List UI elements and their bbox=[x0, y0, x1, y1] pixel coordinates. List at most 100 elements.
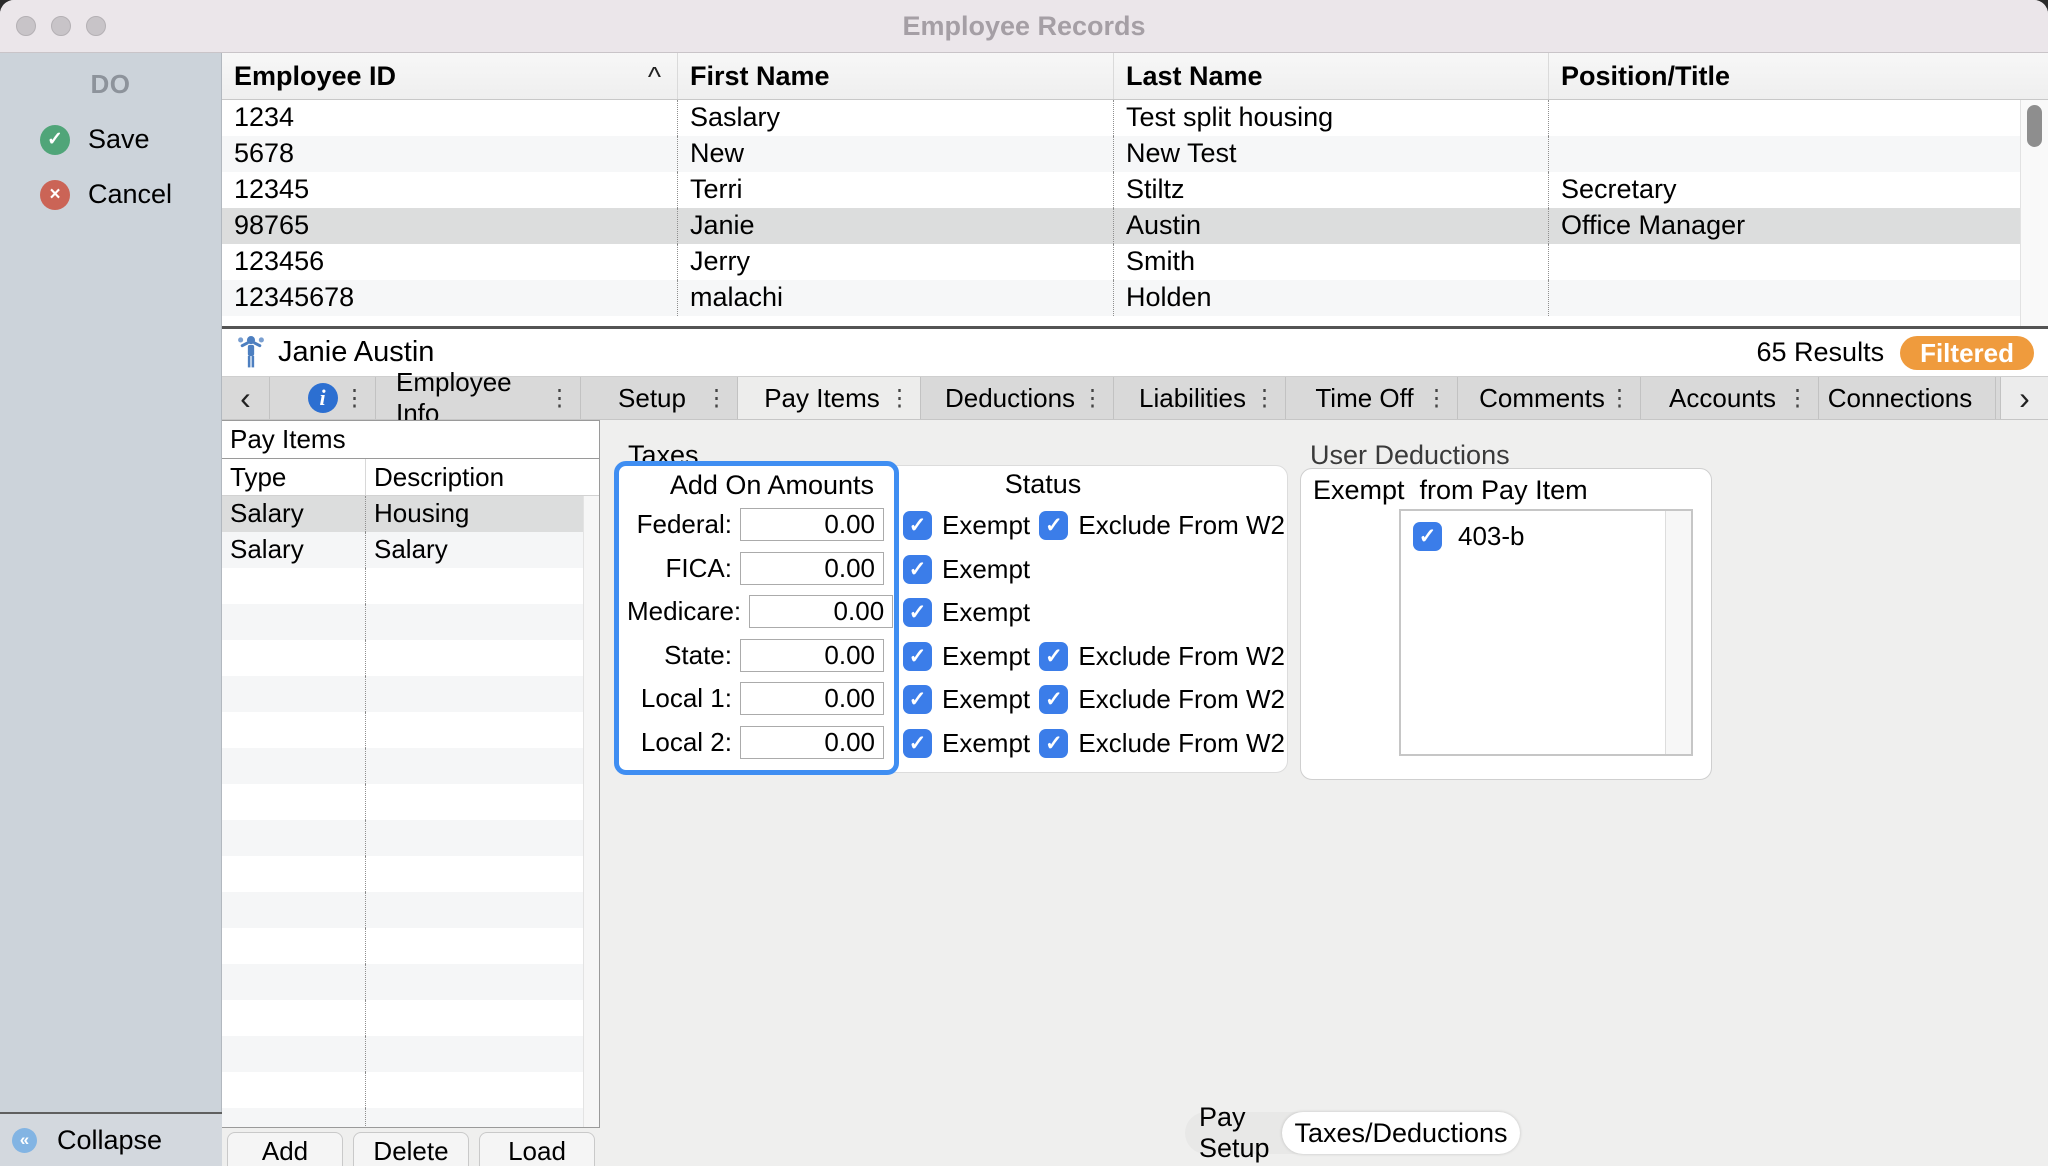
state-amount-input[interactable] bbox=[740, 639, 884, 672]
table-row-selected[interactable]: 98765 Janie Austin Office Manager bbox=[222, 208, 2048, 244]
column-header-last-name[interactable]: Last Name bbox=[1113, 53, 1548, 99]
cancel-button[interactable]: × Cancel bbox=[0, 179, 221, 210]
fica-amount-input[interactable] bbox=[740, 552, 884, 585]
column-header-description[interactable]: Description bbox=[365, 459, 599, 495]
tab-time-off[interactable]: Time Off ⋮ bbox=[1286, 377, 1458, 419]
column-header-position-title[interactable]: Position/Title bbox=[1548, 53, 2020, 99]
column-header-type[interactable]: Type bbox=[222, 459, 365, 495]
record-tab-bar: ‹ i ⋮ Employee Info ⋮ Setup ⋮ Pay Items … bbox=[222, 377, 2048, 420]
user-deductions-label: User Deductions bbox=[1310, 440, 1510, 471]
table-row[interactable]: 12345 Terri Stiltz Secretary bbox=[222, 172, 2048, 208]
exempt-toggle[interactable]: ✓ Exempt bbox=[903, 554, 1045, 585]
tab-menu-icon[interactable]: ⋮ bbox=[705, 385, 728, 412]
tab-menu-icon[interactable]: ⋮ bbox=[1081, 385, 1104, 412]
exempt-toggle[interactable]: ✓ Exempt bbox=[903, 728, 1039, 759]
checkbox-checked-icon[interactable]: ✓ bbox=[1039, 685, 1068, 714]
pay-item-empty-row bbox=[222, 604, 599, 640]
local1-label: Local 1: bbox=[627, 683, 740, 714]
action-sidebar: DO ✓ Save × Cancel « Collapse bbox=[0, 53, 222, 1166]
record-title: Janie Austin bbox=[278, 336, 434, 369]
scrollbar-thumb[interactable] bbox=[2027, 105, 2042, 147]
tab-menu-icon[interactable]: ⋮ bbox=[548, 385, 571, 412]
tab-connections[interactable]: Connections bbox=[1819, 377, 1996, 419]
pay-item-row[interactable]: Salary Salary bbox=[222, 532, 599, 568]
tab-menu-icon[interactable]: ⋮ bbox=[343, 385, 366, 412]
exclude-w2-toggle[interactable]: ✓ Exclude From W2 bbox=[1039, 684, 1285, 715]
checkbox-checked-icon[interactable]: ✓ bbox=[903, 511, 932, 540]
delete-button[interactable]: Delete bbox=[353, 1132, 469, 1166]
tab-pay-setup[interactable]: Pay Setup bbox=[1185, 1112, 1282, 1154]
save-button[interactable]: ✓ Save bbox=[0, 124, 221, 155]
pay-items-list: Salary Housing Salary Salary bbox=[222, 496, 599, 1128]
pay-items-buttons: Add Delete Load bbox=[222, 1128, 600, 1166]
tab-setup[interactable]: Setup ⋮ bbox=[581, 377, 738, 419]
pay-item-empty-row bbox=[222, 676, 599, 712]
checkbox-checked-icon[interactable]: ✓ bbox=[1413, 522, 1442, 551]
fica-label: FICA: bbox=[627, 553, 740, 584]
cancel-x-icon: × bbox=[40, 180, 70, 210]
add-button[interactable]: Add bbox=[227, 1132, 343, 1166]
filtered-badge[interactable]: Filtered bbox=[1900, 336, 2034, 370]
exclude-w2-toggle[interactable]: ✓ Exclude From W2 bbox=[1039, 728, 1285, 759]
checkbox-checked-icon[interactable]: ✓ bbox=[1039, 729, 1068, 758]
deductions-scrollbar[interactable] bbox=[1665, 511, 1691, 754]
checkbox-checked-icon[interactable]: ✓ bbox=[1039, 511, 1068, 540]
tab-employee-info[interactable]: Employee Info ⋮ bbox=[376, 377, 581, 419]
tab-menu-icon[interactable]: ⋮ bbox=[1786, 385, 1809, 412]
column-header-first-name[interactable]: First Name bbox=[677, 53, 1113, 99]
column-header-employee-id[interactable]: Employee ID ^ bbox=[222, 53, 677, 99]
pay-items-scrollbar[interactable] bbox=[583, 496, 599, 1128]
pay-item-empty-row bbox=[222, 1036, 599, 1072]
table-row[interactable]: 123456 Jerry Smith bbox=[222, 244, 2048, 280]
federal-label: Federal: bbox=[627, 509, 740, 540]
status-row-federal: ✓ Exempt ✓ Exclude From W2 bbox=[903, 504, 1285, 548]
collapse-button[interactable]: « Collapse bbox=[0, 1112, 222, 1166]
tab-taxes-deductions[interactable]: Taxes/Deductions bbox=[1282, 1112, 1520, 1154]
deduction-item-403b[interactable]: ✓ 403-b bbox=[1401, 511, 1691, 552]
checkbox-checked-icon[interactable]: ✓ bbox=[903, 729, 932, 758]
checkbox-checked-icon[interactable]: ✓ bbox=[903, 685, 932, 714]
local2-amount-input[interactable] bbox=[740, 726, 884, 759]
checkbox-checked-icon[interactable]: ✓ bbox=[903, 598, 932, 627]
pay-item-empty-row bbox=[222, 928, 599, 964]
tab-pay-items[interactable]: Pay Items ⋮ bbox=[738, 377, 921, 419]
tab-deductions[interactable]: Deductions ⋮ bbox=[921, 377, 1114, 419]
load-button[interactable]: Load bbox=[479, 1132, 595, 1166]
tab-liabilities[interactable]: Liabilities ⋮ bbox=[1114, 377, 1286, 419]
federal-amount-input[interactable] bbox=[740, 508, 884, 541]
tab-menu-icon[interactable]: ⋮ bbox=[888, 385, 911, 412]
save-check-icon: ✓ bbox=[40, 125, 70, 155]
exempt-toggle[interactable]: ✓ Exempt bbox=[903, 684, 1039, 715]
status-row-local2: ✓ Exempt ✓ Exclude From W2 bbox=[903, 722, 1285, 766]
tabs-scroll-left-button[interactable]: ‹ bbox=[222, 377, 270, 419]
vertical-scrollbar[interactable] bbox=[2020, 100, 2048, 326]
table-row[interactable]: 5678 New New Test bbox=[222, 136, 2048, 172]
employee-table: Employee ID ^ First Name Last Name Posit… bbox=[222, 53, 2048, 329]
add-on-amounts-box: Add On Amounts Federal: FICA: Medicare: … bbox=[614, 461, 899, 775]
local1-amount-input[interactable] bbox=[740, 682, 884, 715]
sidebar-header: DO bbox=[0, 53, 221, 100]
pay-item-empty-row bbox=[222, 1108, 599, 1128]
tab-accounts[interactable]: Accounts ⋮ bbox=[1641, 377, 1819, 419]
tabs-scroll-right-button[interactable]: › bbox=[2000, 377, 2048, 419]
checkbox-checked-icon[interactable]: ✓ bbox=[903, 642, 932, 671]
exclude-w2-toggle[interactable]: ✓ Exclude From W2 bbox=[1039, 510, 1285, 541]
exempt-toggle[interactable]: ✓ Exempt bbox=[903, 641, 1039, 672]
pay-item-row-selected[interactable]: Salary Housing bbox=[222, 496, 599, 532]
exempt-toggle[interactable]: ✓ Exempt bbox=[903, 597, 1045, 628]
exempt-toggle[interactable]: ✓ Exempt bbox=[903, 510, 1039, 541]
checkbox-checked-icon[interactable]: ✓ bbox=[903, 555, 932, 584]
checkbox-checked-icon[interactable]: ✓ bbox=[1039, 642, 1068, 671]
table-row[interactable]: 1234 Saslary Test split housing bbox=[222, 100, 2048, 136]
tab-menu-icon[interactable]: ⋮ bbox=[1253, 385, 1276, 412]
table-row[interactable]: 12345678 malachi Holden bbox=[222, 280, 2048, 316]
tab-info[interactable]: i ⋮ bbox=[270, 377, 376, 419]
medicare-amount-input[interactable] bbox=[749, 595, 893, 628]
tab-menu-icon[interactable]: ⋮ bbox=[1425, 385, 1448, 412]
exclude-w2-toggle[interactable]: ✓ Exclude From W2 bbox=[1039, 641, 1285, 672]
tax-field-row: Local 2: bbox=[627, 721, 884, 765]
tab-menu-icon[interactable]: ⋮ bbox=[1608, 385, 1631, 412]
tab-comments[interactable]: Comments ⋮ bbox=[1458, 377, 1641, 419]
window-title: Employee Records bbox=[0, 0, 2048, 52]
bottom-tab-switcher: Pay Setup Taxes/Deductions bbox=[1185, 1112, 1520, 1154]
